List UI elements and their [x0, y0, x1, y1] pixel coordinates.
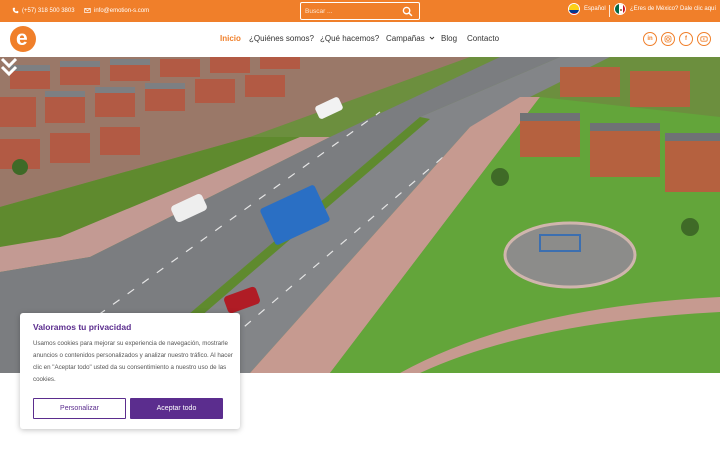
- page: (+57) 318 500 3803 info@emotion-s.com Es…: [0, 0, 720, 450]
- logo-letter: e: [16, 27, 28, 50]
- facebook-icon[interactable]: f: [679, 32, 693, 46]
- chevron-down-icon: [429, 36, 435, 40]
- nav-item-inicio[interactable]: Inicio: [220, 34, 241, 43]
- search-icon[interactable]: [402, 6, 413, 17]
- cookie-title: Valoramos tu privacidad: [33, 322, 132, 332]
- nav-item-campanas[interactable]: Campañas: [386, 34, 435, 43]
- main-navbar: e Inicio ¿Quiénes somos? ¿Qué hacemos? C…: [0, 22, 720, 57]
- accept-all-button[interactable]: Aceptar todo: [130, 398, 223, 419]
- search-input[interactable]: [301, 7, 397, 15]
- colombia-flag-icon: [568, 3, 580, 15]
- cookie-consent-panel: Valoramos tu privacidad Usamos cookies p…: [20, 313, 240, 429]
- language-selector[interactable]: Español: [568, 3, 606, 15]
- topbar-divider: [609, 5, 610, 17]
- phone-link[interactable]: (+57) 318 500 3803: [12, 7, 75, 14]
- phone-icon: [12, 7, 19, 14]
- nav-item-campanas-label: Campañas: [386, 34, 425, 43]
- mexico-flag-icon: [614, 3, 626, 15]
- nav-item-que-hacemos[interactable]: ¿Qué hacemos?: [320, 34, 379, 43]
- mexico-prompt: ¿Eres de México? Dale clic aquí: [630, 6, 717, 12]
- top-bar: (+57) 318 500 3803 info@emotion-s.com Es…: [0, 0, 720, 22]
- instagram-icon[interactable]: [661, 32, 675, 46]
- nav-item-quienes-somos[interactable]: ¿Quiénes somos?: [249, 34, 314, 43]
- nav-item-blog[interactable]: Blog: [441, 34, 457, 43]
- nav-item-contacto[interactable]: Contacto: [467, 34, 499, 43]
- chevron-double-down-icon[interactable]: [0, 57, 18, 77]
- emotion-logo[interactable]: e: [10, 26, 36, 52]
- mexico-link[interactable]: ¿Eres de México? Dale clic aquí: [614, 3, 716, 15]
- phone-number: (+57) 318 500 3803: [22, 7, 75, 14]
- linkedin-icon[interactable]: in: [643, 32, 657, 46]
- language-label: Español: [584, 6, 606, 12]
- cookie-text: Usamos cookies para mejorar su experienc…: [33, 340, 233, 383]
- search-box: [300, 2, 420, 20]
- youtube-icon[interactable]: [697, 32, 711, 46]
- email-link[interactable]: info@emotion-s.com: [84, 7, 149, 14]
- email-address: info@emotion-s.com: [94, 7, 150, 14]
- mail-icon: [84, 8, 91, 13]
- customize-button[interactable]: Personalizar: [33, 398, 126, 419]
